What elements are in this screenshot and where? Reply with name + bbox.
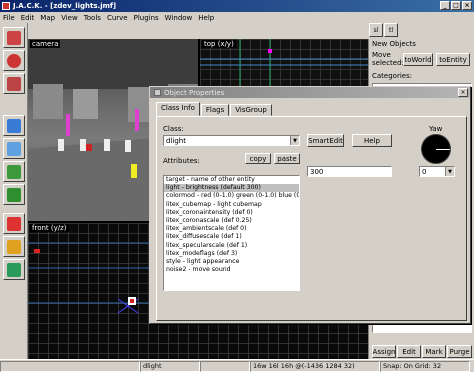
copy-button[interactable]: copy <box>245 153 271 164</box>
assign-button[interactable]: Assign <box>372 345 396 358</box>
apply-texture-button[interactable] <box>3 184 25 205</box>
status-snap: Snap: On Grid: 32 <box>380 360 470 372</box>
status-dimensions: 16w 16l 16h @(-1436 1284 32) <box>250 360 380 372</box>
dialog-close-button[interactable]: × <box>458 88 468 97</box>
minimize-button[interactable]: _ <box>440 1 450 10</box>
yaw-label: Yaw <box>429 125 443 133</box>
categories-label: Categories: <box>372 72 413 80</box>
entity-tool-button[interactable] <box>3 115 25 136</box>
chevron-down-icon: ▼ <box>445 167 454 176</box>
block-icon <box>7 141 21 156</box>
cube-icon <box>7 187 21 202</box>
menu-map[interactable]: Map <box>37 14 58 22</box>
decal-icon <box>7 216 21 231</box>
list-item[interactable]: colormod - red (0-1.0) green (0-1.0) blu… <box>164 192 299 200</box>
list-item[interactable]: litex_specularscale (def 1) <box>164 242 299 250</box>
paste-button[interactable]: paste <box>274 153 300 164</box>
texture-icon <box>7 164 21 179</box>
front-viewport-label: front (y/z) <box>30 224 69 232</box>
dialog-icon <box>154 89 161 96</box>
block-tool-button[interactable] <box>3 138 25 159</box>
magnify-tool-button[interactable] <box>3 50 25 71</box>
status-bar: dlight 16w 16l 16h @(-1436 1284 32) Snap… <box>0 359 474 372</box>
menu-file[interactable]: File <box>0 14 18 22</box>
to-world-button[interactable]: toWorld <box>403 53 433 66</box>
edit-button[interactable]: Edit <box>397 345 421 358</box>
list-item[interactable]: litex_cubemap - light cubemap <box>164 201 299 209</box>
clip-icon <box>7 239 21 254</box>
toolbar-button-tl[interactable]: tl <box>384 23 398 37</box>
app-icon <box>2 2 10 10</box>
menu-edit[interactable]: Edit <box>18 14 38 22</box>
menu-curve[interactable]: Curve <box>104 14 131 22</box>
pointer-icon <box>7 30 21 45</box>
toolbar-button-sl[interactable]: sl <box>369 23 383 37</box>
class-info-page: Class: dlight ▼ SmartEdit Help Attribute… <box>156 116 467 321</box>
vertex-icon <box>7 262 21 277</box>
object-properties-dialog: Object Properties × Class Info Flags Vis… <box>149 86 471 324</box>
list-item[interactable]: litex_modeflags (def 3) <box>164 250 299 258</box>
to-entity-button[interactable]: toEntity <box>436 53 470 66</box>
help-button[interactable]: Help <box>352 134 392 147</box>
menu-window[interactable]: Window <box>162 14 196 22</box>
class-label: Class: <box>163 125 184 133</box>
list-item[interactable]: litex_ambientscale (def 0) <box>164 225 299 233</box>
menubar: File Edit Map View Tools Curve Plugins W… <box>0 12 474 23</box>
top-viewport-label: top (x/y) <box>202 40 236 48</box>
smartedit-button[interactable]: SmartEdit <box>307 134 344 147</box>
attributes-list[interactable]: target - name of other entity light - bri… <box>163 175 300 291</box>
vertex-tool-button[interactable] <box>3 259 25 280</box>
list-item[interactable]: noise2 - move sound <box>164 266 299 274</box>
dialog-title: Object Properties <box>164 88 225 97</box>
list-item[interactable]: litex_coronascale (def 0.25) <box>164 217 299 225</box>
selection-tool-button[interactable] <box>3 27 25 48</box>
attribute-value-field[interactable]: 300 <box>307 166 392 177</box>
chevron-down-icon: ▼ <box>290 136 299 145</box>
maximize-button[interactable]: □ <box>451 1 461 10</box>
yaw-needle <box>436 149 450 150</box>
new-objects-header: New Objects <box>372 40 416 48</box>
entity-icon <box>7 118 21 133</box>
list-item[interactable]: style - light appearance <box>164 258 299 266</box>
tab-class-info[interactable]: Class Info <box>156 102 200 116</box>
list-item[interactable]: litex_diffusescale (def 1) <box>164 233 299 241</box>
class-select-value: dlight <box>166 137 186 145</box>
move-selected-label: Move selected: <box>372 51 404 67</box>
attributes-label: Attributes: <box>163 157 200 165</box>
camera-icon <box>7 76 21 91</box>
yaw-dial[interactable] <box>421 134 451 164</box>
dialog-titlebar[interactable]: Object Properties <box>150 87 470 98</box>
decal-tool-button[interactable] <box>3 213 25 234</box>
yaw-select[interactable]: 0 ▼ <box>419 166 455 177</box>
tab-flags[interactable]: Flags <box>200 104 230 116</box>
menu-help[interactable]: Help <box>195 14 217 22</box>
purge-button[interactable]: Purge <box>447 345 472 358</box>
menu-plugins[interactable]: Plugins <box>131 14 162 22</box>
mark-button[interactable]: Mark <box>422 345 446 358</box>
magnify-icon <box>7 53 21 68</box>
right-toolbar: sl tl <box>368 23 474 39</box>
class-select[interactable]: dlight ▼ <box>163 135 300 146</box>
tab-visgroup[interactable]: VisGroup <box>230 104 272 116</box>
window-title: J.A.C.K. - [zdev_lights.jmf] <box>13 2 117 10</box>
close-button[interactable]: × <box>462 1 472 10</box>
list-item[interactable]: light - brightness (default 300) <box>164 184 299 193</box>
list-item[interactable]: target - name of other entity <box>164 176 299 184</box>
camera-tool-button[interactable] <box>3 73 25 94</box>
yaw-select-value: 0 <box>422 168 427 176</box>
menu-tools[interactable]: Tools <box>81 14 104 22</box>
menu-view[interactable]: View <box>58 14 81 22</box>
window-titlebar[interactable]: J.A.C.K. - [zdev_lights.jmf] _ □ × <box>0 0 474 12</box>
clip-tool-button[interactable] <box>3 236 25 257</box>
dialog-tabs: Class Info Flags VisGroup <box>156 102 273 116</box>
list-item[interactable]: litex_coronaintensity (def 0) <box>164 209 299 217</box>
status-message: dlight <box>140 360 200 372</box>
texture-tool-button[interactable] <box>3 161 25 182</box>
tool-palette <box>0 23 28 363</box>
camera-viewport-label: camera <box>30 40 61 48</box>
viewport-toolbar <box>28 23 368 39</box>
